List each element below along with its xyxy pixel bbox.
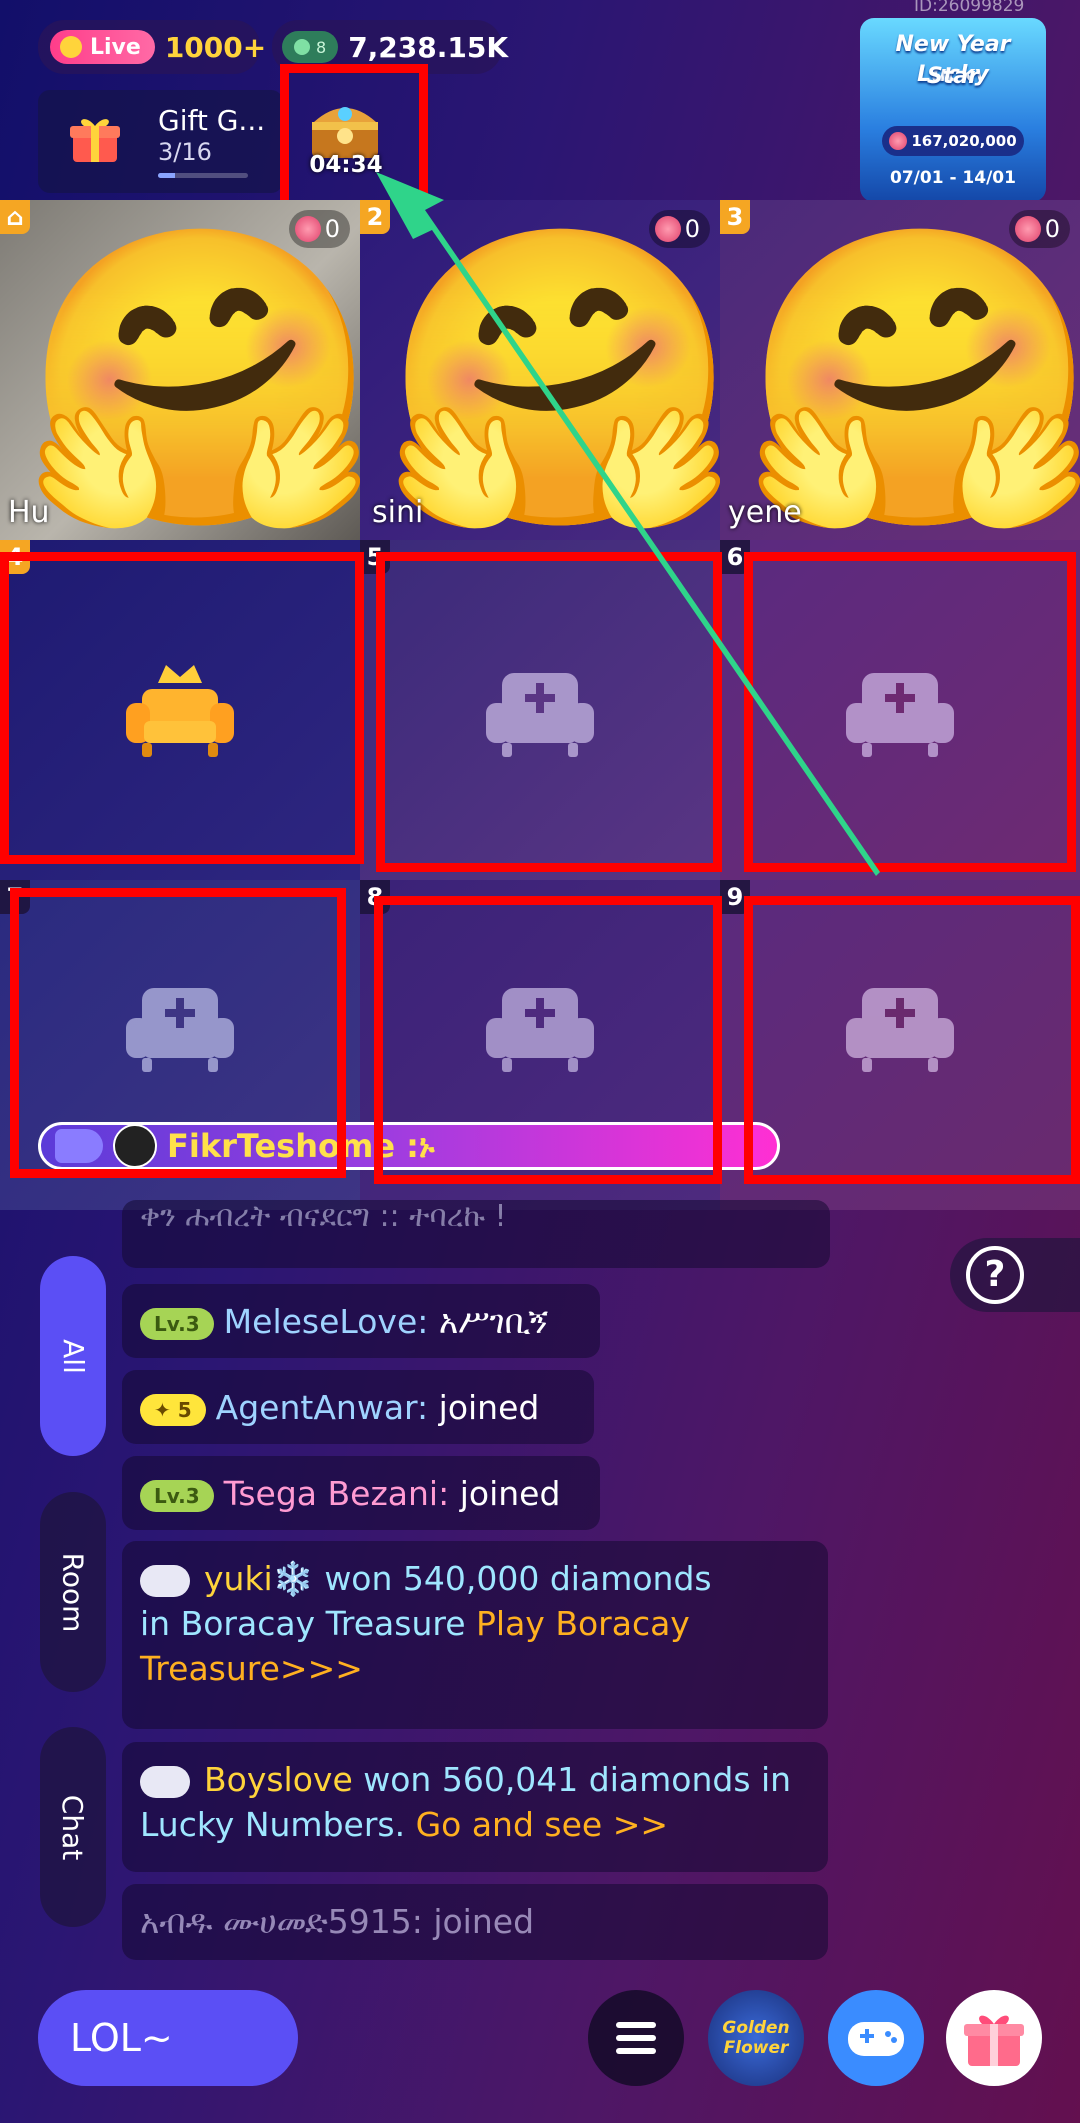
gift-button[interactable]	[946, 1990, 1042, 2086]
golden-flower-game-button[interactable]: Golden Flower	[708, 1990, 804, 2086]
menu-button[interactable]	[588, 1990, 684, 2086]
chat-message-5: Boyslove won 560,041 diamonds in Lucky N…	[122, 1742, 828, 1872]
highlight-box-seat-7	[10, 888, 346, 1178]
gamepad-icon	[848, 2022, 904, 2056]
chat-message-3: Lv.3 Tsega Bezani: joined	[122, 1456, 600, 1530]
speaker-icon	[140, 1564, 190, 1597]
highlight-box-seat-9	[744, 896, 1080, 1184]
games-button[interactable]	[828, 1990, 924, 2086]
tab-room[interactable]: Room	[40, 1492, 106, 1692]
gift-icon	[964, 2015, 1024, 2066]
annotation-arrow	[376, 172, 880, 876]
help-icon[interactable]: ?	[966, 1246, 1024, 1304]
tab-all[interactable]: All	[40, 1256, 106, 1456]
chat-message-4: yuki❄️ won 540,000 diamonds in Boracay T…	[122, 1541, 828, 1729]
vip-badge: ✦ 5	[140, 1393, 206, 1426]
level-badge: Lv.3	[140, 1307, 214, 1340]
speaker-icon	[140, 1765, 190, 1798]
tab-chat[interactable]: Chat	[40, 1727, 106, 1927]
chat-message-2: ✦ 5 AgentAnwar: joined	[122, 1370, 594, 1444]
chat-input[interactable]: LOL~	[38, 1990, 298, 2086]
level-badge: Lv.3	[140, 1479, 214, 1512]
chat-message-1: Lv.3 MeleseLove: አሥገቢኝ	[122, 1284, 600, 1358]
highlight-box-seat-8	[374, 896, 722, 1184]
menu-icon	[616, 2022, 656, 2054]
chat-message-partial: ቀን ሐብረት ብናደርግ :: ተባረኩ !	[122, 1200, 830, 1268]
golden-flower-label: Golden Flower	[722, 2018, 790, 2058]
chat-message-6: አብዱ ሙሀመድ5915: joined	[122, 1884, 828, 1960]
